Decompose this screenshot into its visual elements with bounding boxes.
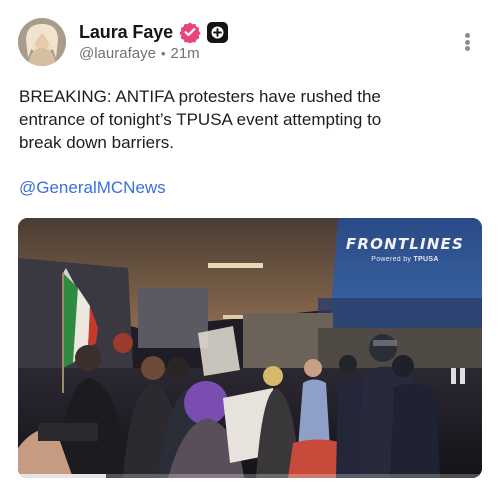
more-dot	[464, 39, 470, 45]
watermark-subtitle: Powered by TPUSA	[346, 256, 464, 263]
watermark-brand: TPUSA	[413, 256, 439, 263]
meta-separator: •	[160, 46, 166, 61]
post-card: Laura Faye @laurafaye • 21m BREAKING: AN…	[0, 0, 500, 495]
author-meta: @laurafaye • 21m	[79, 45, 200, 62]
author-handle[interactable]: @laurafaye	[79, 45, 156, 62]
post-timestamp[interactable]: 21m	[171, 45, 200, 62]
plus-badge-icon	[207, 21, 229, 43]
post-body-text: BREAKING: ANTIFA protesters have rushed …	[19, 87, 382, 152]
watermark-powered-by: Powered by	[371, 256, 412, 263]
watermark-title: FRONTLINES	[345, 235, 464, 253]
author-name-row: Laura Faye	[79, 20, 229, 45]
author-display-name[interactable]: Laura Faye	[79, 22, 173, 43]
pause-bar	[460, 368, 465, 384]
post-video[interactable]: FRONTLINES Powered by TPUSA	[18, 218, 482, 478]
mention-link[interactable]: @GeneralMCNews	[19, 178, 166, 198]
video-progress-bar[interactable]	[18, 474, 482, 478]
more-dot	[464, 46, 470, 51]
more-dot	[464, 33, 470, 38]
frontlines-watermark: FRONTLINES Powered by TPUSA	[346, 235, 464, 263]
verified-badge-icon	[179, 21, 201, 45]
avatar[interactable]	[18, 18, 66, 66]
pause-bar	[451, 368, 456, 384]
video-progress-fill	[18, 474, 107, 478]
pause-icon[interactable]	[451, 368, 467, 384]
more-vertical-icon[interactable]	[458, 30, 476, 54]
